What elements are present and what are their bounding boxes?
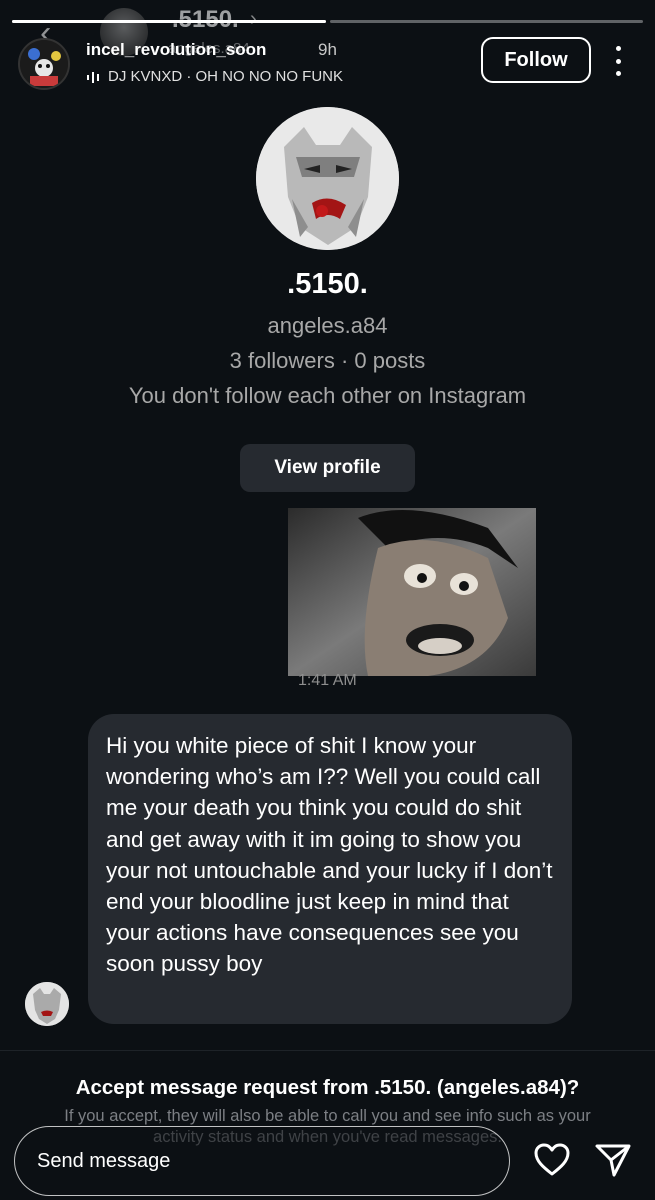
follow-button[interactable]: Follow — [481, 37, 591, 83]
sender-avatar[interactable] — [25, 982, 69, 1026]
profile-follow-note: You don't follow each other on Instagram — [128, 383, 527, 408]
more-icon[interactable] — [606, 46, 630, 76]
profile-display-name: .5150. — [287, 268, 368, 300]
story-music-label: DJ KVNXD · OH NO NO NO FUNK — [108, 68, 344, 85]
divider — [0, 1050, 655, 1051]
message-timestamp: 1:41 AM — [298, 672, 357, 689]
story-time: 9h — [318, 40, 337, 59]
story-progress-1 — [12, 20, 326, 23]
request-title: Accept message request from .5150. (ange… — [75, 1076, 580, 1099]
story-music[interactable]: DJ KVNXD · OH NO NO NO FUNK — [86, 68, 343, 85]
send-message-input[interactable] — [14, 1126, 510, 1196]
story-avatar[interactable] — [18, 38, 70, 90]
profile-username: angeles.a84 — [267, 313, 388, 338]
shared-image[interactable] — [288, 508, 536, 676]
send-icon[interactable] — [594, 1141, 632, 1179]
story-username[interactable]: incel_revolution_soon — [86, 40, 266, 60]
audio-bars-icon — [87, 71, 99, 83]
heart-icon[interactable] — [533, 1141, 571, 1179]
story-progress-2 — [330, 20, 643, 23]
profile-stats: 3 followers · 0 posts — [229, 348, 426, 373]
story-screen: ‹ .5150. › angeles.a84 incel_revolution_… — [0, 0, 655, 1200]
message-bubble[interactable]: Hi you white piece of shit I know your w… — [88, 714, 572, 1024]
view-profile-button[interactable]: View profile — [240, 444, 415, 492]
profile-avatar[interactable] — [256, 107, 399, 250]
